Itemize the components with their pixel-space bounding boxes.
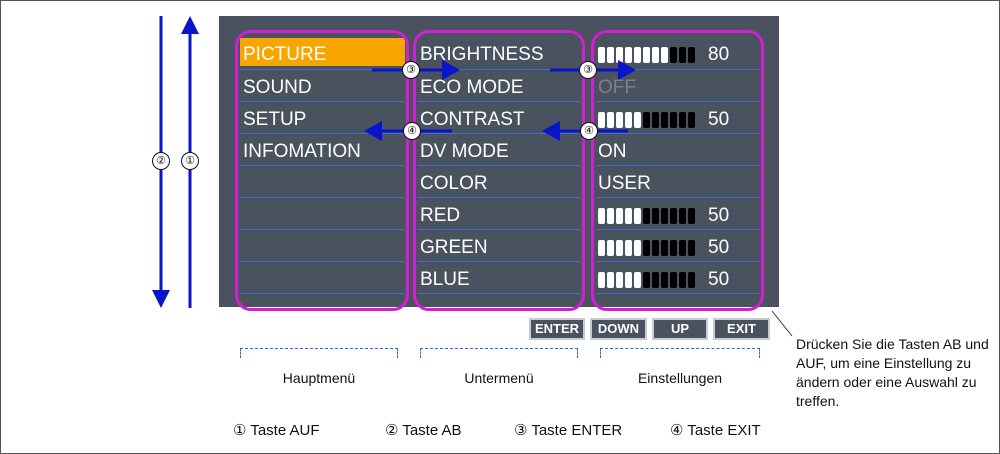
enter-button[interactable]: ENTER [529,318,585,340]
settings-caption: Einstellungen [637,370,723,386]
note-leader-line [771,310,793,337]
marker-three: ③ [402,61,420,79]
instruction-note: Drücken Sie die Tasten AB und AUF, um ei… [796,336,989,409]
settings-bracket [600,348,760,358]
down-button[interactable]: DOWN [590,318,647,340]
sub-menu-caption: Untermenü [464,370,534,386]
main-menu-bracket [240,348,398,358]
main-menu-caption: Hauptmenü [282,370,356,386]
sub-menu-bracket [420,348,578,358]
legend-taste-ab: ② Taste AB [385,422,462,439]
up-button[interactable]: UP [652,318,708,340]
marker-three: ③ [579,61,597,79]
legend-taste-auf: ① Taste AUF [233,422,320,439]
legend-taste-exit: ④ Taste EXIT [670,422,761,439]
marker-four: ④ [403,122,421,140]
exit-button[interactable]: EXIT [713,318,770,340]
legend-taste-enter: ③ Taste ENTER [514,422,623,439]
marker-four: ④ [580,122,598,140]
